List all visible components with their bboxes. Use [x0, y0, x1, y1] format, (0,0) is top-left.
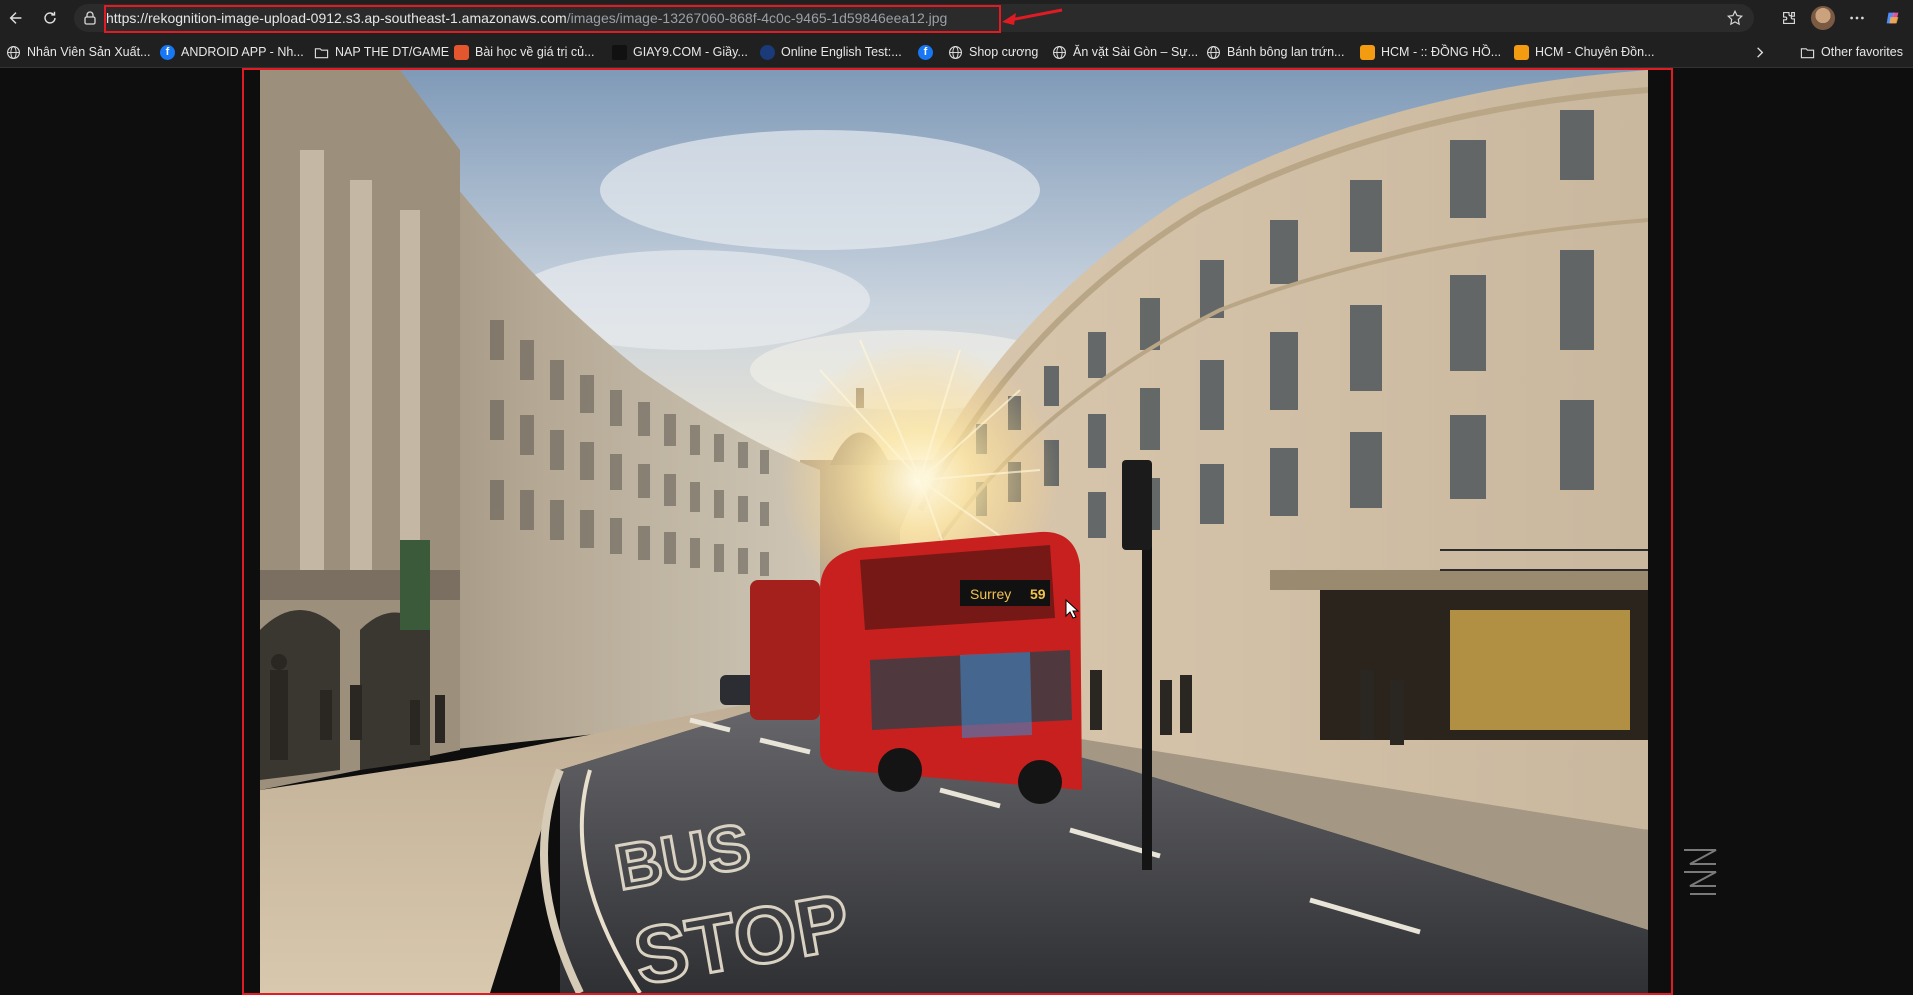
other-favorites-label: Other favorites: [1821, 45, 1903, 59]
stacked-logo-icon: [1684, 849, 1717, 895]
site-icon: [1360, 44, 1375, 60]
site-icon: [454, 44, 469, 60]
more-dots-icon: [1850, 16, 1864, 20]
bookmarks-overflow-button[interactable]: [1752, 42, 1767, 62]
url-highlight-box: [104, 5, 1001, 33]
bookmark-item[interactable]: GIAY9.COM - Giầy...: [612, 42, 748, 62]
annotation-arrow-icon: [1002, 8, 1063, 25]
bookmark-label: GIAY9.COM - Giầy...: [633, 45, 748, 59]
favorite-star-icon[interactable]: [1726, 9, 1744, 27]
back-arrow-icon: [9, 12, 22, 24]
back-button[interactable]: [2, 4, 30, 32]
puzzle-icon: [1783, 12, 1795, 24]
bookmark-label: HCM - Chuyên Đồn...: [1535, 45, 1655, 59]
folder-icon: [314, 45, 329, 60]
other-favorites[interactable]: Other favorites: [1800, 42, 1903, 62]
bookmark-item[interactable]: Ăn vặt Sài Gòn – Sự...: [1052, 42, 1198, 62]
browser-toolbar: https://rekognition-image-upload-0912.s3…: [0, 0, 1913, 36]
toolbar-right-tools: [1775, 4, 1907, 32]
bookmark-item[interactable]: Nhân Viên Sản Xuất...: [6, 42, 150, 62]
bookmark-label: ANDROID APP - Nh...: [181, 45, 304, 59]
globe-icon: [948, 45, 963, 60]
bookmark-item[interactable]: HCM - Chuyên Đồn...: [1514, 42, 1654, 62]
more-menu-button[interactable]: [1843, 4, 1871, 32]
site-icon: [612, 44, 627, 60]
bookmark-label: Ăn vặt Sài Gòn – Sự...: [1073, 45, 1199, 59]
globe-icon: [6, 45, 21, 60]
bookmark-label: NAP THE DT/GAME: [335, 45, 450, 59]
lock-icon: [84, 11, 96, 25]
facebook-icon: f: [160, 44, 175, 60]
bookmark-label: Online English Test:...: [781, 45, 902, 59]
image-highlight-box: [242, 68, 1673, 995]
facebook-icon: f: [918, 44, 933, 60]
bookmark-label: Shop cương: [969, 45, 1039, 59]
bookmark-item[interactable]: Online English Test:...: [760, 42, 902, 62]
bookmark-item[interactable]: f ANDROID APP - Nh...: [160, 42, 304, 62]
refresh-icon: [44, 11, 56, 24]
bookmark-item[interactable]: NAP THE DT/GAME: [314, 42, 449, 62]
globe-icon: [1052, 45, 1067, 60]
bookmark-label: HCM - :: ĐỒNG HỒ...: [1381, 45, 1502, 59]
site-icon: [1514, 44, 1529, 60]
chevron-right-icon: [1752, 45, 1767, 60]
extensions-button[interactable]: [1775, 4, 1803, 32]
bookmark-item[interactable]: Bài học về giá trị củ...: [454, 42, 595, 62]
bookmark-item[interactable]: HCM - :: ĐỒNG HỒ...: [1360, 42, 1501, 62]
copilot-button[interactable]: [1879, 4, 1907, 32]
refresh-button[interactable]: [36, 4, 64, 32]
globe-icon: [1206, 45, 1221, 60]
bookmark-label: Nhân Viên Sản Xuất...: [27, 45, 151, 59]
copilot-icon: [1886, 12, 1899, 24]
bookmark-item[interactable]: Bánh bông lan trứn...: [1206, 42, 1344, 62]
page-content: Surrey 59 BUS STOP: [0, 68, 1913, 995]
bookmark-item[interactable]: Shop cương: [948, 42, 1038, 62]
bookmark-label: Bánh bông lan trứn...: [1227, 45, 1345, 59]
bookmark-label: Bài học về giá trị củ...: [475, 45, 595, 59]
folder-icon: [1800, 45, 1815, 60]
profile-avatar[interactable]: [1811, 6, 1835, 30]
bookmark-item[interactable]: f: [918, 42, 933, 62]
site-icon: [760, 44, 775, 60]
bookmarks-bar: Nhân Viên Sản Xuất... f ANDROID APP - Nh…: [0, 36, 1913, 68]
